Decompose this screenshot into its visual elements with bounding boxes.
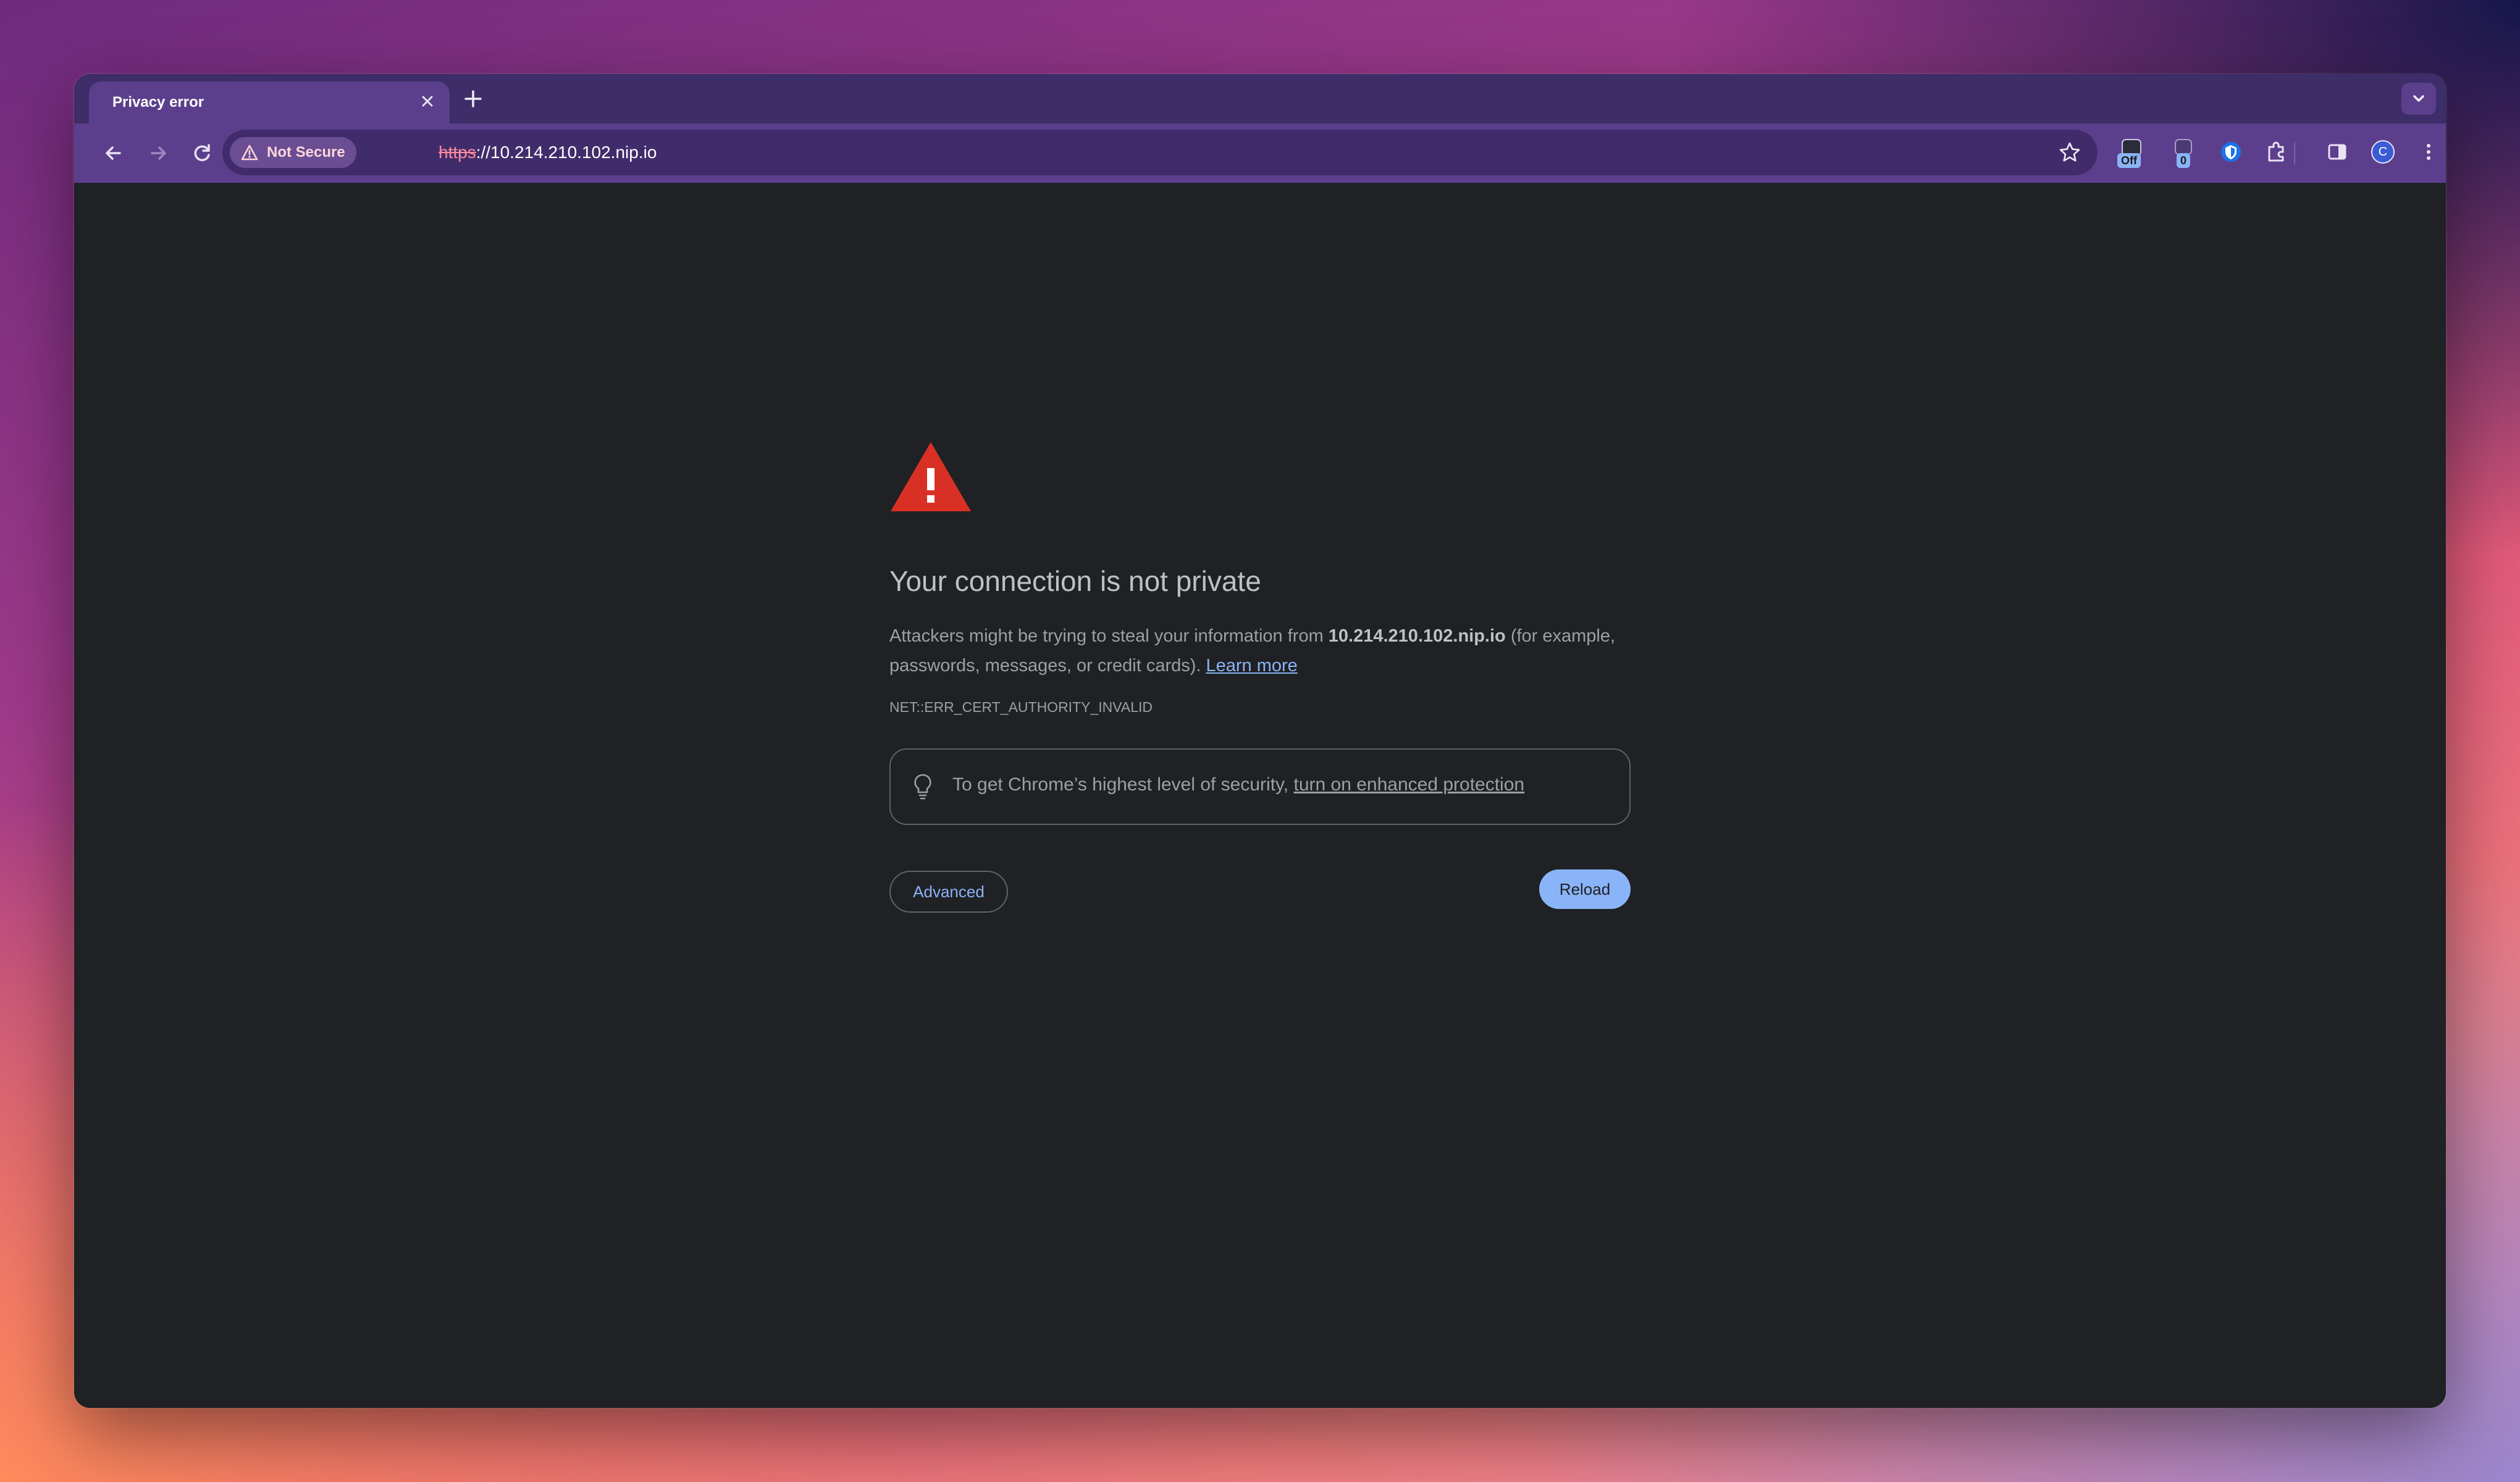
more-vertical-icon	[2427, 144, 2430, 160]
security-tip-text: To get Chrome’s highest level of securit…	[952, 774, 1524, 795]
extension-off[interactable]: Off	[2116, 137, 2147, 170]
warning-triangle-icon	[891, 442, 971, 511]
tab-title: Privacy error	[112, 94, 204, 111]
reload-toolbar-button[interactable]	[188, 138, 217, 168]
profile-initial: C	[2378, 145, 2388, 159]
shield-icon	[2221, 142, 2241, 162]
toolbar: Not Secure https://10.214.210.102.nip.io…	[74, 124, 2446, 183]
close-icon[interactable]	[416, 90, 439, 112]
forward-button[interactable]	[143, 138, 173, 168]
extension-off-badge: Off	[2117, 153, 2141, 168]
extension-counter[interactable]: 0	[2168, 137, 2199, 170]
chevron-down-icon	[2413, 95, 2424, 102]
toolbar-divider	[2294, 142, 2295, 164]
domain-name: 10.214.210.102.nip.io	[1328, 626, 1506, 646]
side-panel-button[interactable]	[2325, 140, 2350, 164]
warning-icon	[241, 144, 258, 161]
explanation-text: Attackers might be trying to steal your …	[889, 621, 1631, 680]
new-tab-button[interactable]	[461, 86, 485, 111]
page-title: Your connection is not private	[889, 565, 1261, 597]
arrow-right-icon	[151, 146, 166, 160]
reload-button[interactable]: Reload	[1539, 869, 1631, 909]
back-button[interactable]	[99, 138, 128, 168]
enhanced-protection-link[interactable]: turn on enhanced protection	[1293, 774, 1524, 795]
error-code: NET::ERR_CERT_AUTHORITY_INVALID	[889, 699, 1153, 715]
browser-window: Privacy error Not Secure https://10.214.…	[74, 74, 2446, 1408]
tab-privacy-error[interactable]: Privacy error	[89, 82, 450, 124]
extension-shield[interactable]	[2219, 140, 2243, 164]
url-scheme: https	[439, 143, 476, 162]
not-secure-label: Not Secure	[267, 144, 345, 161]
plus-icon	[464, 90, 482, 107]
learn-more-link[interactable]: Learn more	[1206, 656, 1298, 676]
arrow-left-icon	[106, 146, 121, 160]
lightbulb-icon	[914, 774, 931, 800]
advanced-button[interactable]: Advanced	[889, 871, 1008, 913]
not-secure-chip[interactable]: Not Secure	[230, 137, 356, 168]
tab-strip: Privacy error	[74, 74, 2446, 124]
url-text[interactable]: https://10.214.210.102.nip.io	[439, 130, 657, 175]
refresh-icon	[194, 144, 210, 161]
url-host: ://10.214.210.102.nip.io	[476, 143, 657, 162]
address-bar[interactable]: Not Secure https://10.214.210.102.nip.io	[222, 130, 2098, 175]
explanation-prefix: Attackers might be trying to steal your …	[889, 626, 1329, 646]
enhanced-protection-tip: To get Chrome’s highest level of securit…	[889, 748, 1631, 825]
extension-counter-badge: 0	[2177, 153, 2191, 168]
profile-avatar[interactable]: C	[2369, 138, 2396, 165]
puzzle-icon	[2268, 141, 2284, 162]
menu-button[interactable]	[2417, 138, 2440, 165]
security-tip-prefix: To get Chrome’s highest level of securit…	[952, 774, 1294, 795]
tab-search-button[interactable]	[2401, 83, 2436, 115]
side-panel-icon	[2328, 144, 2346, 160]
page-content: Your connection is not private Attackers…	[74, 183, 2446, 1408]
extensions-button[interactable]	[2263, 138, 2290, 165]
bookmark-star-icon[interactable]	[2058, 141, 2081, 164]
